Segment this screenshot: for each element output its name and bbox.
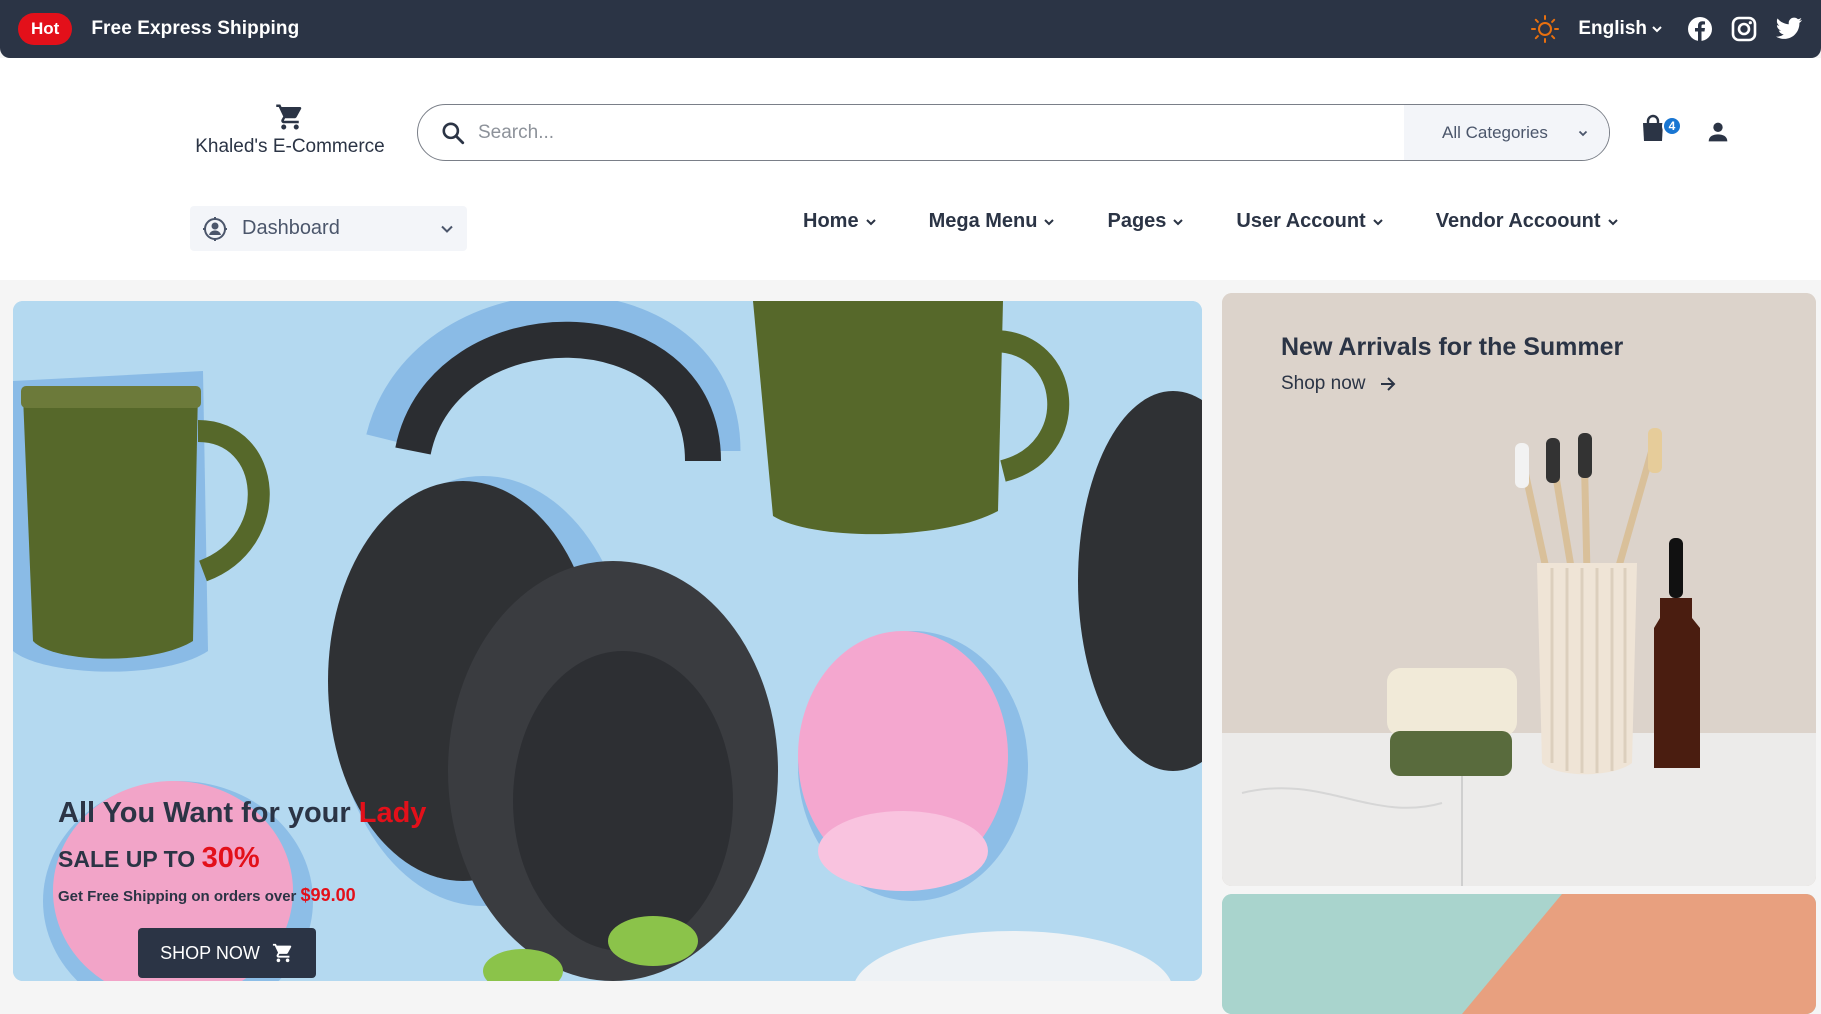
secondary-promo-banner[interactable] bbox=[1222, 894, 1816, 1014]
new-arrivals-banner[interactable]: New Arrivals for the Summer Shop now bbox=[1222, 293, 1816, 886]
sale-prefix: SALE UP TO bbox=[58, 846, 202, 872]
chevron-down-icon bbox=[441, 225, 453, 233]
chevron-down-icon bbox=[1044, 218, 1055, 225]
sale-percent: 30% bbox=[201, 842, 260, 874]
nav-item-label: Mega Menu bbox=[928, 210, 1038, 232]
hot-badge: Hot bbox=[18, 13, 73, 45]
nav-item-vendor-account[interactable]: Vendor Accoount bbox=[1436, 210, 1619, 233]
shopping-cart-icon bbox=[276, 104, 302, 130]
chevron-down-icon bbox=[1607, 218, 1618, 225]
brand-name: Khaled's E-Commerce bbox=[195, 136, 385, 157]
search-input[interactable] bbox=[478, 121, 1404, 144]
facebook-icon[interactable] bbox=[1687, 16, 1713, 42]
twitter-icon[interactable] bbox=[1775, 17, 1803, 41]
category-select[interactable]: All Categories bbox=[1404, 105, 1609, 160]
shop-now-link-label: Shop now bbox=[1281, 373, 1366, 394]
arrow-right-icon bbox=[1380, 377, 1395, 391]
nav-item-label: Home bbox=[803, 210, 859, 232]
chevron-down-icon bbox=[1578, 130, 1588, 136]
category-select-label: All Categories bbox=[1442, 122, 1548, 142]
chevron-down-icon bbox=[1373, 218, 1383, 225]
side-banner-title: New Arrivals for the Summer bbox=[1281, 333, 1624, 361]
hero-shipping-line: Get Free Shipping on orders over $99.00 bbox=[58, 885, 426, 906]
chevron-down-icon bbox=[865, 218, 876, 225]
shopping-cart-icon bbox=[272, 943, 292, 963]
social-links bbox=[1687, 16, 1803, 42]
nav-item-pages[interactable]: Pages bbox=[1107, 210, 1184, 233]
hero-headline-prefix: All You Want for your bbox=[58, 797, 359, 829]
main-nav: Home Mega Menu Pages User Account Vendor… bbox=[803, 210, 1671, 233]
user-account-icon[interactable] bbox=[1704, 118, 1732, 146]
language-label: English bbox=[1578, 18, 1647, 39]
shipping-banner-text: Free Express Shipping bbox=[91, 18, 300, 39]
sun-icon[interactable] bbox=[1530, 14, 1560, 44]
chevron-down-icon bbox=[1652, 26, 1662, 33]
hero-sale-line: SALE UP TO 30% bbox=[58, 842, 426, 875]
side-banner-shop-link[interactable]: Shop now bbox=[1281, 373, 1398, 395]
cart-count-badge: 4 bbox=[1662, 116, 1682, 136]
search-bar: All Categories bbox=[417, 104, 1610, 161]
header-actions: 4 bbox=[1640, 114, 1732, 150]
brand-logo[interactable]: Khaled's E-Commerce bbox=[190, 102, 390, 158]
hero-headline-highlight: Lady bbox=[358, 797, 427, 829]
shipping-prefix: Get Free Shipping on orders over bbox=[58, 888, 301, 905]
site-header: Khaled's E-Commerce All Categories 4 bbox=[0, 58, 1821, 280]
language-selector[interactable]: English bbox=[1578, 18, 1663, 40]
chevron-down-icon bbox=[1173, 218, 1184, 225]
nav-item-home[interactable]: Home bbox=[803, 210, 877, 233]
dashboard-label: Dashboard bbox=[242, 217, 340, 239]
nav-item-label: Pages bbox=[1107, 210, 1167, 232]
nav-item-label: Vendor Accoount bbox=[1435, 210, 1601, 232]
shop-now-label: SHOP NOW bbox=[160, 942, 260, 963]
nav-item-user-account[interactable]: User Account bbox=[1236, 210, 1383, 233]
nav-item-mega-menu[interactable]: Mega Menu bbox=[929, 210, 1056, 233]
topbar-right-group: English bbox=[1530, 14, 1803, 44]
hero-headline: All You Want for your Lady bbox=[58, 797, 426, 830]
cart-button[interactable]: 4 bbox=[1640, 114, 1682, 150]
dashboard-dropdown[interactable]: Dashboard bbox=[190, 206, 467, 251]
shop-now-button[interactable]: SHOP NOW bbox=[138, 928, 316, 978]
instagram-icon[interactable] bbox=[1731, 16, 1757, 42]
dashboard-icon bbox=[203, 216, 227, 241]
nav-item-label: User Account bbox=[1236, 210, 1366, 232]
top-bar: Hot Free Express Shipping English bbox=[0, 0, 1821, 58]
hero-banner: All You Want for your Lady SALE UP TO 30… bbox=[13, 301, 1202, 981]
search-icon bbox=[440, 120, 466, 146]
promo-image bbox=[1222, 894, 1816, 1014]
shipping-threshold-price: $99.00 bbox=[300, 885, 356, 905]
hero-text-block: All You Want for your Lady SALE UP TO 30… bbox=[58, 797, 426, 906]
